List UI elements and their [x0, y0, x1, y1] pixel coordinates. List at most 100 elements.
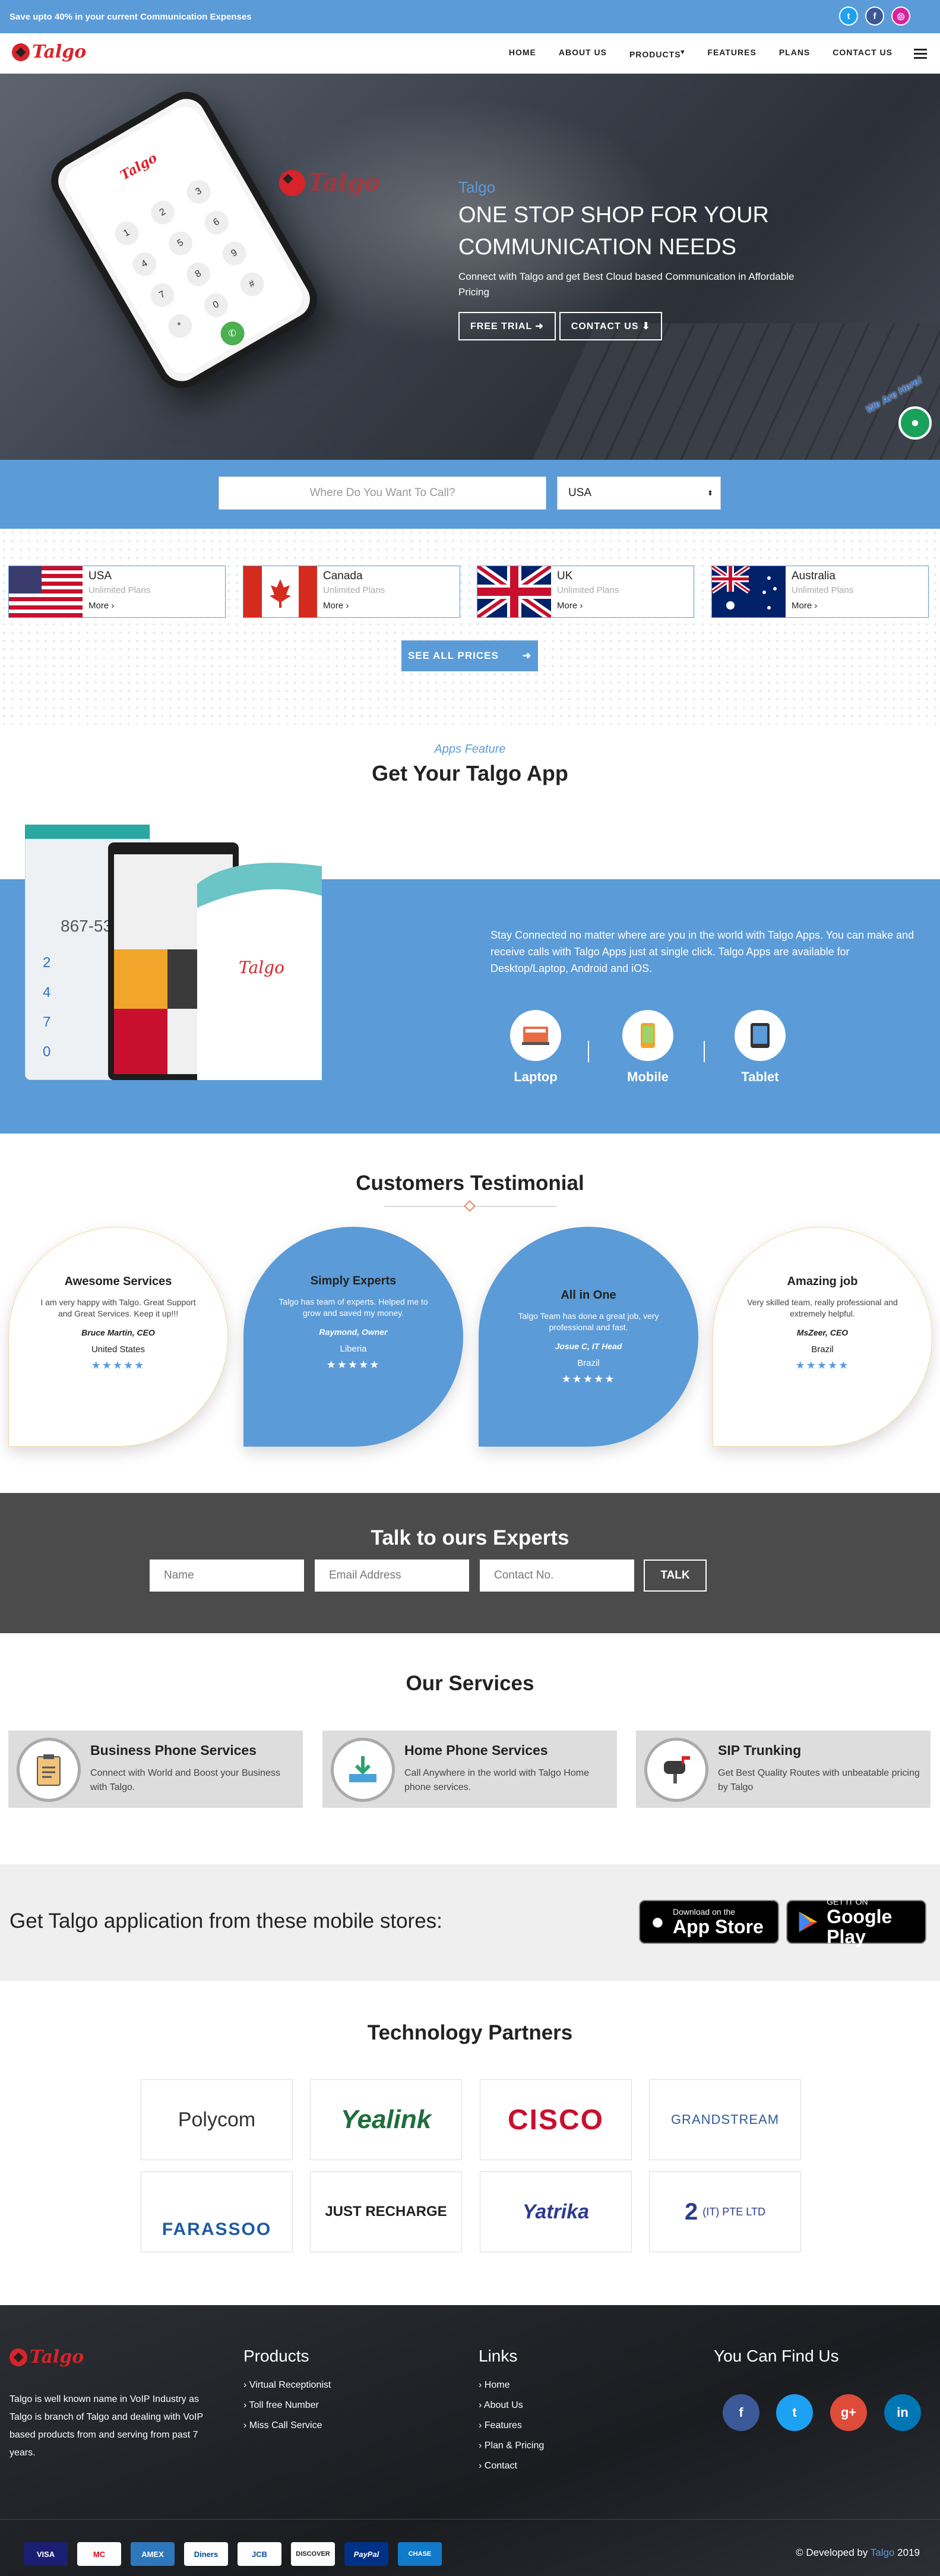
mobile-icon	[622, 1010, 673, 1061]
phone-key: 3	[182, 175, 216, 209]
service-text: Call Anywhere in the world with Talgo Ho…	[404, 1768, 589, 1792]
email-input[interactable]: Email Address	[315, 1560, 469, 1592]
chat-widget[interactable]: We Are Here! ●	[864, 374, 940, 452]
nav-item-products[interactable]: PRODUCTS▾	[629, 48, 685, 59]
footer-link-label: About Us	[483, 2400, 523, 2410]
google-play-button[interactable]: GET IT ON Google Play	[786, 1897, 926, 1947]
twitter-icon[interactable]: t	[776, 2394, 813, 2431]
star-rating-icon: ★★★★★	[326, 1359, 381, 1371]
country-more-link[interactable]: More ›	[557, 601, 583, 611]
title-divider	[384, 1200, 556, 1212]
service-card-business[interactable]: Business Phone Services Connect with Wor…	[8, 1731, 303, 1808]
twitter-icon[interactable]: t	[839, 7, 858, 26]
name-input[interactable]: Name	[150, 1560, 304, 1592]
talk-button[interactable]: TALK	[644, 1560, 707, 1592]
footer-link[interactable]: › Plan & Pricing	[479, 2436, 544, 2456]
country-card-australia[interactable]: Australia Unlimited Plans More ›	[711, 566, 929, 618]
country-more-link[interactable]: More ›	[323, 601, 349, 611]
testimonial-card: Simply Experts Talgo has team of experts…	[243, 1227, 463, 1447]
partner-name: Yealink	[340, 2105, 432, 2134]
destination-input[interactable]: Where Do You Want To Call?	[219, 476, 546, 510]
country-card-usa[interactable]: USA Unlimited Plans More ›	[8, 566, 226, 618]
device-laptop[interactable]: Laptop	[500, 1010, 571, 1085]
see-all-label: SEE ALL PRICES	[407, 650, 499, 661]
stores-text: Get Talgo application from these mobile …	[10, 1909, 442, 1933]
logo-mark-icon	[279, 169, 305, 196]
nav-item-contact[interactable]: CONTACT US	[833, 48, 892, 59]
country-card-canada[interactable]: Canada Unlimited Plans More ›	[243, 566, 460, 618]
nav-item-plans[interactable]: PLANS	[779, 48, 810, 59]
device-mobile[interactable]: Mobile	[612, 1010, 683, 1085]
testimonial-text: I am very happy with Talgo. Great Suppor…	[40, 1298, 196, 1318]
talk-title: Talk to ours Experts	[371, 1526, 569, 1549]
footer-link[interactable]: › Home	[479, 2375, 544, 2395]
footer-product-link[interactable]: › Toll free Number	[243, 2395, 331, 2416]
footer-links-title: Links	[479, 2347, 518, 2365]
logo-mark-icon	[12, 43, 30, 61]
hero-section: Talgo 1 2 3 4 5 6 7 8 9 * 0 # ✆ Talgo Ta…	[0, 74, 940, 460]
footer-product-link[interactable]: › Virtual Receptionist	[243, 2375, 331, 2395]
dev-name[interactable]: Talgo	[871, 2547, 895, 2558]
country-more-link[interactable]: More ›	[792, 601, 817, 611]
testimonial-location: United States	[91, 1344, 145, 1355]
see-all-prices-button[interactable]: SEE ALL PRICES ➜	[401, 640, 538, 671]
footer-logo-text: Talgo	[30, 2347, 84, 2367]
contact-us-button[interactable]: CONTACT US ⬇	[559, 312, 663, 340]
footer-find-title: You Can Find Us	[714, 2347, 839, 2365]
tablet-icon	[735, 1010, 786, 1061]
hamburger-icon[interactable]	[914, 49, 927, 61]
google-plus-icon[interactable]: g+	[830, 2394, 867, 2431]
footer-product-link[interactable]: › Miss Call Service	[243, 2416, 331, 2436]
testimonial-location: Brazil	[577, 1358, 600, 1368]
nav-item-features[interactable]: FEATURES	[707, 48, 756, 59]
testimonial-text: Very skilled team, really professional a…	[747, 1298, 898, 1318]
footer-link[interactable]: › About Us	[479, 2395, 544, 2416]
footer-link[interactable]: › Contact	[479, 2456, 544, 2476]
service-card-sip[interactable]: SIP Trunking Get Best Quality Routes wit…	[636, 1731, 930, 1808]
testimonial-location: Brazil	[811, 1344, 834, 1355]
apps-title: Get Your Talgo App	[372, 761, 568, 785]
promo-percent: 40%	[54, 11, 72, 22]
google-play-small: GET IT ON	[827, 1897, 868, 1906]
country-name: Canada	[323, 570, 363, 582]
more-label: More	[557, 601, 578, 611]
dev-lead: © Developed by	[796, 2547, 868, 2558]
country-card-uk[interactable]: UK Unlimited Plans More ›	[477, 566, 694, 618]
instagram-icon[interactable]: ◎	[891, 7, 910, 26]
logo-text: Talgo	[32, 42, 87, 62]
service-card-home[interactable]: Home Phone Services Call Anywhere in the…	[322, 1731, 617, 1808]
chase-icon: CHASE	[398, 2542, 442, 2566]
apple-icon: ●	[651, 1909, 664, 1934]
nav-item-home[interactable]: HOME	[509, 48, 536, 59]
footer-link-label: Plan & Pricing	[484, 2441, 545, 2451]
footer-products-list: › Virtual Receptionist › Toll free Numbe…	[243, 2375, 331, 2436]
footer-links-list: › Home › About Us › Features › Plan & Pr…	[479, 2375, 544, 2476]
testimonial-text: Talgo has team of experts. Helped me to …	[278, 1297, 428, 1318]
arrow-right-icon: ➜	[522, 650, 532, 661]
apps-subtitle: Apps Feature	[434, 743, 506, 756]
hero-monitor-logo: Talgo	[279, 169, 380, 197]
google-play-icon	[799, 1911, 818, 1933]
linkedin-icon[interactable]: in	[884, 2394, 921, 2431]
partner-logo-polycom: Polycom	[141, 2079, 293, 2160]
device-logo-text: Talgo	[239, 958, 284, 977]
svg-text:4: 4	[43, 984, 50, 1000]
partner-name: CISCO	[507, 2104, 604, 2136]
contact-number-input[interactable]: Contact No.	[480, 1560, 634, 1592]
app-store-button[interactable]: ● Download on the App Store	[639, 1900, 779, 1944]
nav-item-about[interactable]: ABOUT US	[559, 48, 607, 59]
partner-logo-yealink: Yealink	[310, 2079, 462, 2160]
phone-key: 9	[218, 237, 251, 270]
site-logo[interactable]: Talgo	[12, 42, 86, 62]
free-trial-button[interactable]: FREE TRIAL ➜	[458, 312, 556, 340]
footer-logo: Talgo	[10, 2347, 84, 2367]
country-more-link[interactable]: More ›	[88, 601, 114, 611]
partner-name: JUST RECHARGE	[325, 2204, 447, 2220]
facebook-icon[interactable]: f	[723, 2394, 759, 2431]
device-tablet[interactable]: Tablet	[724, 1010, 796, 1085]
dev-year: 2019	[897, 2547, 920, 2558]
country-select[interactable]: USA ⬍	[557, 476, 721, 510]
facebook-icon[interactable]: f	[865, 7, 884, 26]
phone-key: *	[164, 310, 197, 342]
footer-link[interactable]: › Features	[479, 2416, 544, 2436]
